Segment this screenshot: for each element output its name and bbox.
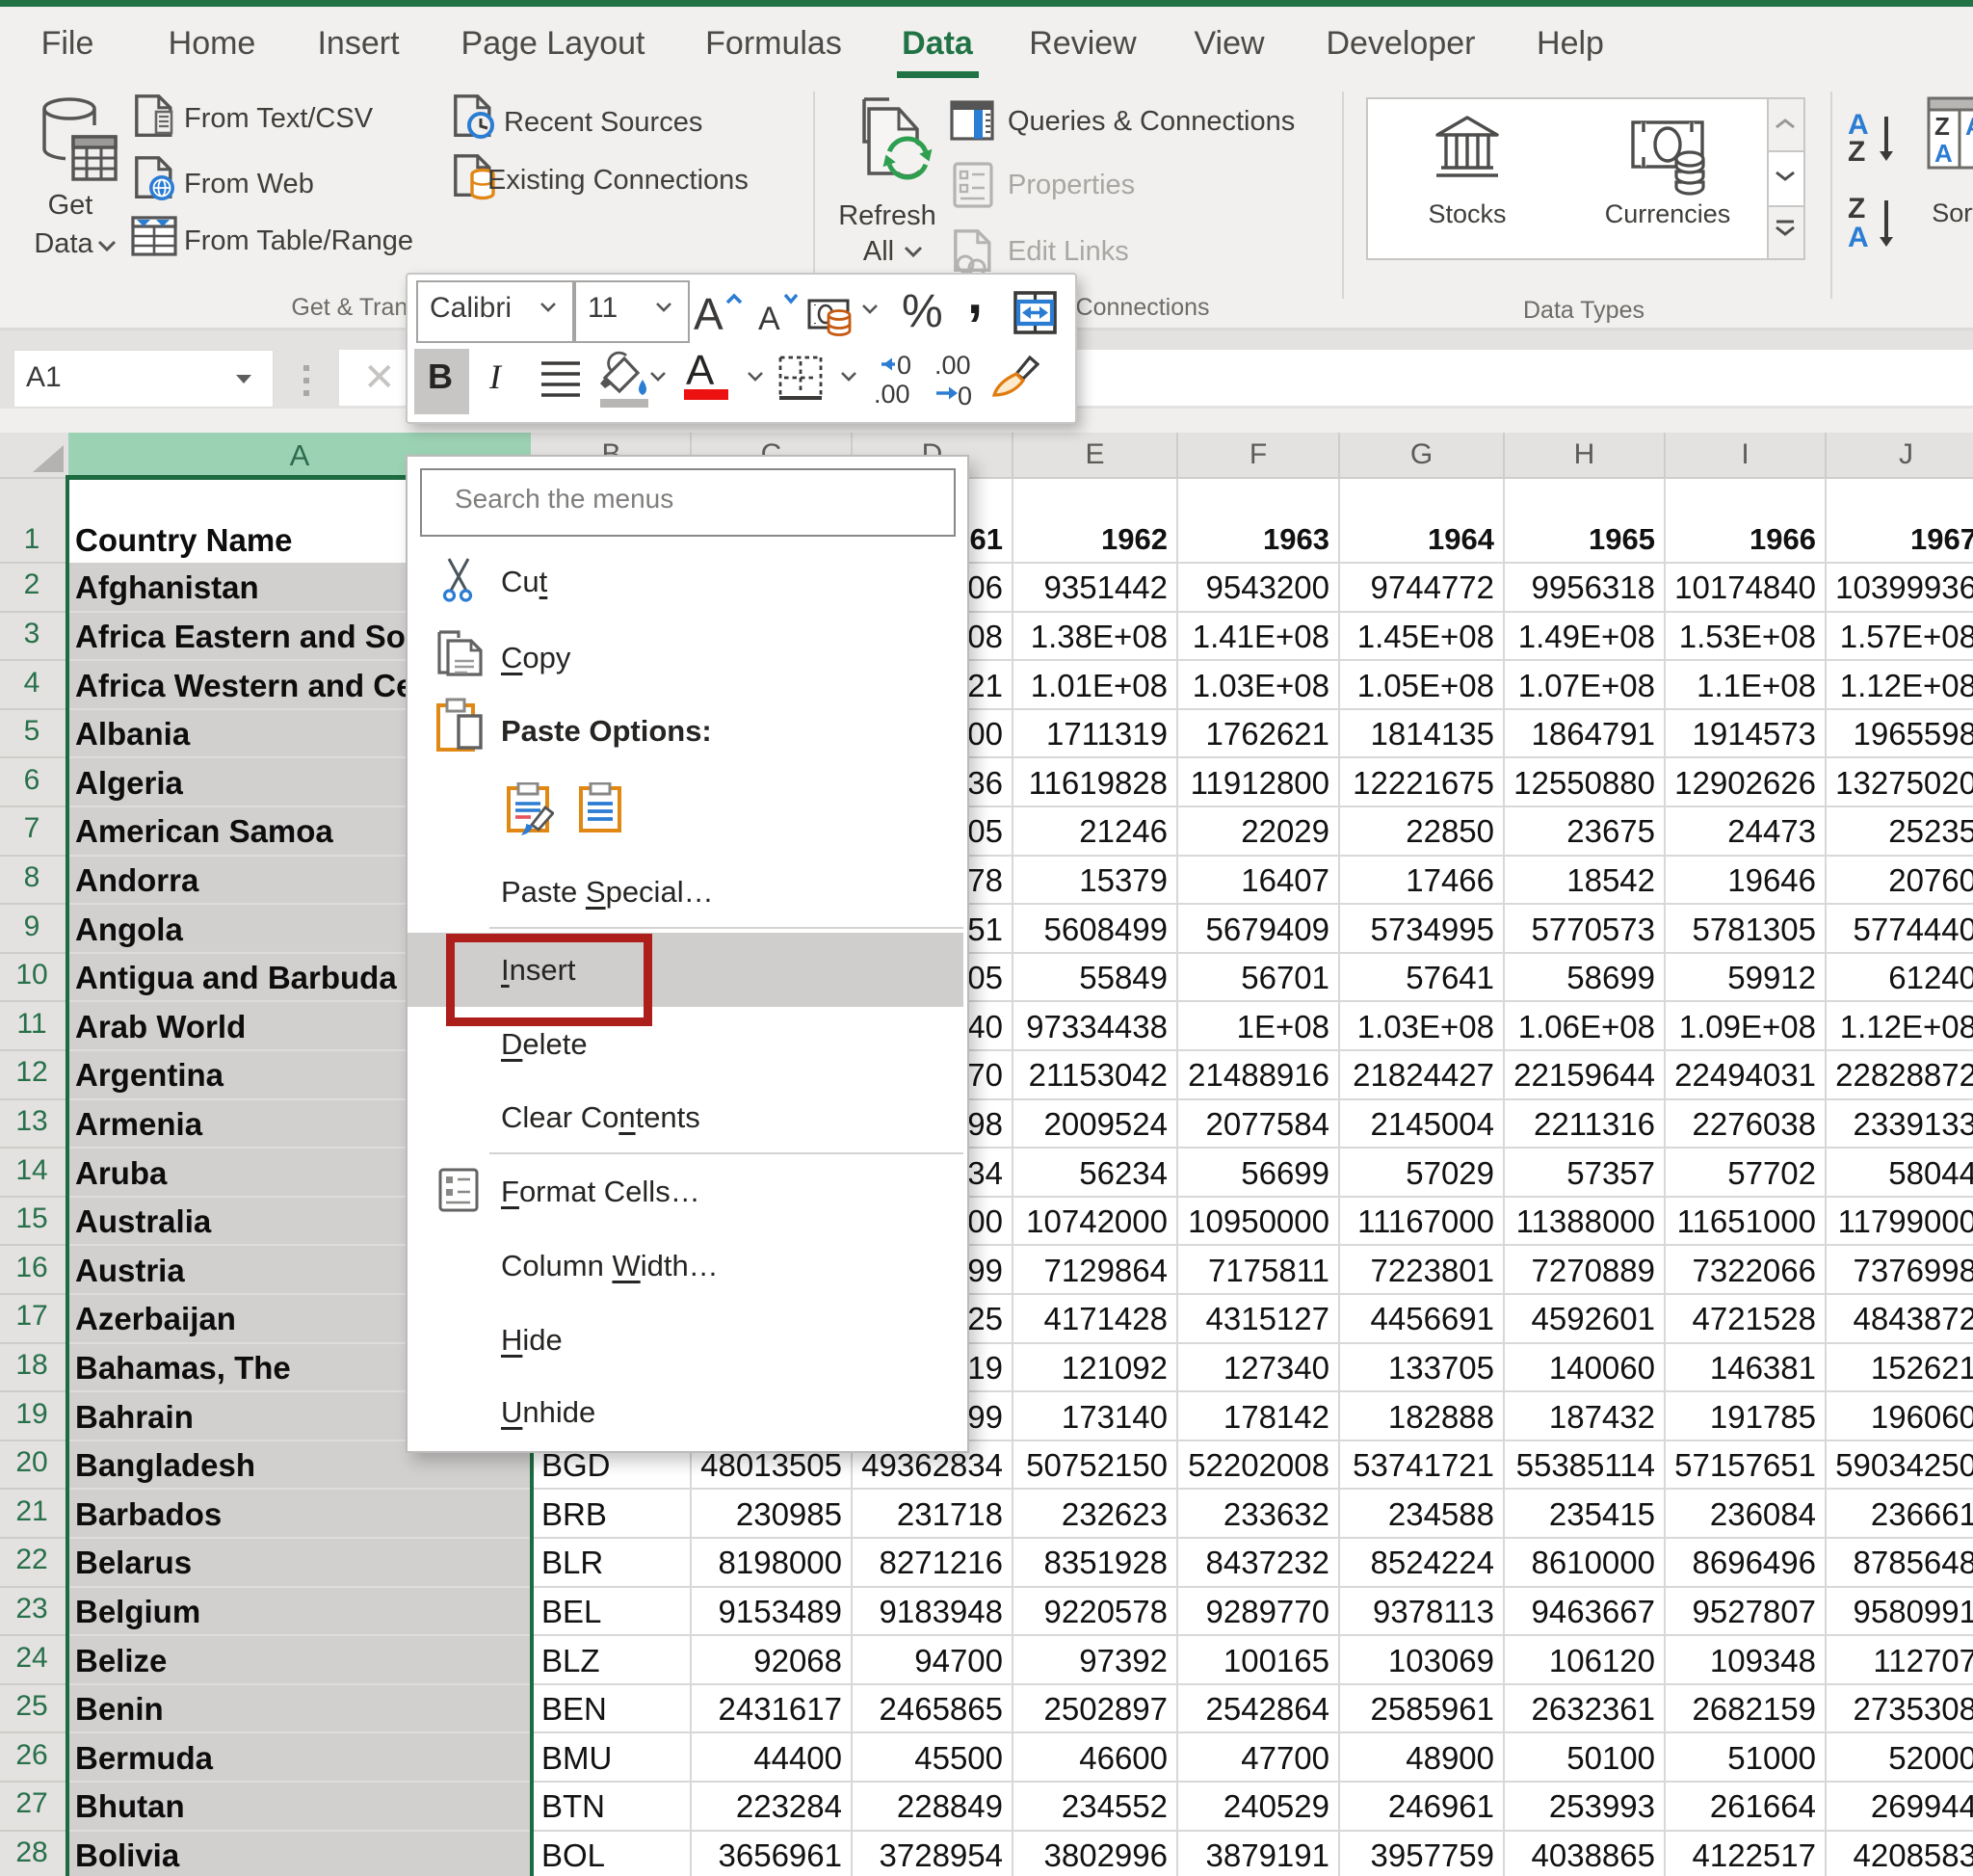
svg-text:0: 0 xyxy=(958,382,972,407)
svg-text:Z: Z xyxy=(1848,136,1865,168)
svg-text:A: A xyxy=(1965,112,1973,141)
svg-text:0: 0 xyxy=(897,353,911,380)
svg-text:Z: Z xyxy=(1848,193,1865,225)
svg-text:A: A xyxy=(1848,222,1869,253)
svg-text:.00: .00 xyxy=(934,353,971,380)
svg-text:.00: .00 xyxy=(874,380,910,407)
svg-text:A: A xyxy=(1934,139,1953,168)
svg-text:Z: Z xyxy=(1934,112,1950,141)
